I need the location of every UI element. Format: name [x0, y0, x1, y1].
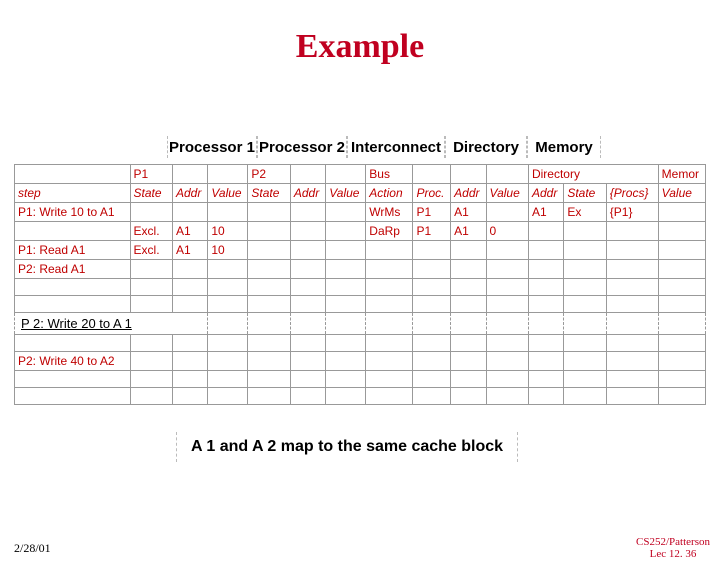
p1-state: Excl.	[130, 241, 172, 260]
table-row	[15, 296, 706, 313]
slide-title: Example	[0, 28, 720, 66]
bus-addr: A1	[451, 222, 486, 241]
hdr-p2-value: Value	[326, 184, 366, 203]
hdr-memory: Memor	[658, 165, 705, 184]
bus-proc: P1	[413, 222, 451, 241]
step-label: P2: Read A1	[15, 260, 131, 279]
step-label: P1: Read A1	[15, 241, 131, 260]
hdr-bus-proc: Proc.	[413, 184, 451, 203]
hdr-p1-state: State	[130, 184, 172, 203]
bus-value: 0	[486, 222, 528, 241]
table-row: P2: Read A1	[15, 260, 706, 279]
dir-state: Ex	[564, 203, 606, 222]
bus-addr: A1	[451, 203, 486, 222]
table-row: Excl. A1 10 DaRp P1 A1 0	[15, 222, 706, 241]
footer-lecture-number: Lec 12. 36	[650, 548, 697, 560]
group-processor1: Processor 1	[167, 136, 257, 158]
step-current: P 2: Write 20 to A 1	[15, 313, 208, 335]
table-row	[15, 279, 706, 296]
dir-procs: {P1}	[606, 203, 658, 222]
header-row-1: P1 P2 Bus Directory Memor	[15, 165, 706, 184]
hdr-step: step	[15, 184, 131, 203]
table-row-current: P 2: Write 20 to A 1	[15, 313, 706, 335]
hdr-dir-procs: {Procs}	[606, 184, 658, 203]
footer-course: CS252/Patterson Lec 12. 36	[636, 536, 710, 560]
hdr-p2-addr: Addr	[290, 184, 325, 203]
hdr-p1-addr: Addr	[172, 184, 207, 203]
step-label: P1: Write 10 to A1	[15, 203, 131, 222]
hdr-bus: Bus	[366, 165, 413, 184]
table-row	[15, 388, 706, 405]
group-processor2: Processor 2	[257, 136, 347, 158]
table-row	[15, 335, 706, 352]
hdr-p2-state: State	[248, 184, 290, 203]
hdr-p1-value: Value	[208, 184, 248, 203]
p1-addr: A1	[172, 222, 207, 241]
table-row: P2: Write 40 to A2	[15, 352, 706, 371]
p1-state: Excl.	[130, 222, 172, 241]
hdr-p2: P2	[248, 165, 290, 184]
footer-course-name: CS252/Patterson	[636, 536, 710, 548]
hdr-dir-addr: Addr	[528, 184, 563, 203]
protocol-table: P1 P2 Bus Directory Memor step State Add…	[14, 164, 706, 405]
bus-proc: P1	[413, 203, 451, 222]
hdr-directory: Directory	[528, 165, 658, 184]
group-memory: Memory	[527, 136, 601, 158]
hdr-bus-action: Action	[366, 184, 413, 203]
footer-date: 2/28/01	[14, 541, 51, 556]
p1-addr: A1	[172, 241, 207, 260]
group-interconnect: Interconnect	[347, 136, 445, 158]
p1-value: 10	[208, 241, 248, 260]
hdr-dir-state: State	[564, 184, 606, 203]
bus-action: DaRp	[366, 222, 413, 241]
table-row: P1: Read A1 Excl. A1 10	[15, 241, 706, 260]
bus-action: WrMs	[366, 203, 413, 222]
header-row-2: step State Addr Value State Addr Value A…	[15, 184, 706, 203]
hdr-mem-value: Value	[658, 184, 705, 203]
dir-addr: A1	[528, 203, 563, 222]
table-row: P1: Write 10 to A1 WrMs P1 A1 A1 Ex {P1}	[15, 203, 706, 222]
hdr-p1: P1	[130, 165, 172, 184]
step-label: P2: Write 40 to A2	[15, 352, 131, 371]
group-directory: Directory	[445, 136, 527, 158]
table-row	[15, 371, 706, 388]
p1-value: 10	[208, 222, 248, 241]
column-group-labels: Processor 1 Processor 2 Interconnect Dir…	[167, 136, 601, 158]
hdr-bus-value: Value	[486, 184, 528, 203]
hdr-bus-addr: Addr	[451, 184, 486, 203]
caption-note: A 1 and A 2 map to the same cache block	[176, 432, 518, 462]
